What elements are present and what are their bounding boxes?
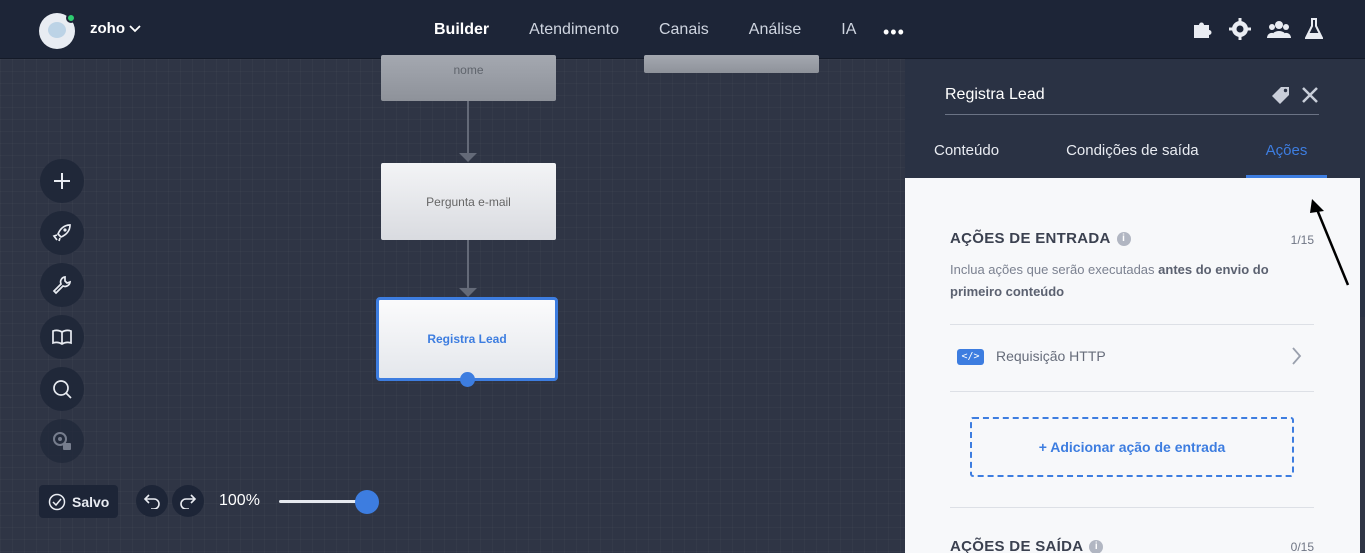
exit-actions-heading: AÇÕES DE SAÍDA	[950, 538, 1084, 553]
node-label: Registra Lead	[427, 332, 507, 346]
info-icon[interactable]: i	[1116, 231, 1131, 246]
divider	[950, 324, 1314, 325]
node-output-port[interactable]	[460, 372, 475, 387]
annotation-arrow-icon	[1310, 199, 1350, 286]
redo-icon	[180, 494, 197, 509]
node-name-value: Registra Lead	[945, 86, 1045, 103]
tab-analise[interactable]: Análise	[749, 0, 801, 59]
tag-icon[interactable]	[1271, 85, 1291, 110]
gear-icon[interactable]	[1229, 18, 1251, 40]
check-circle-icon	[48, 493, 66, 510]
undo-button[interactable]	[136, 485, 168, 517]
advanced-settings-button[interactable]	[40, 419, 84, 463]
top-actions	[1191, 18, 1325, 40]
panel-scrollbar[interactable]	[1360, 59, 1365, 317]
close-icon[interactable]	[1301, 83, 1319, 111]
flow-node-selected[interactable]: Registra Lead	[376, 297, 558, 381]
save-status-badge: Salvo	[39, 485, 119, 518]
save-status-label: Salvo	[72, 493, 110, 510]
more-menu-icon[interactable]: •••	[883, 22, 905, 43]
redo-button[interactable]	[172, 485, 204, 517]
action-item-http-request[interactable]: </> Requisição HTTP	[950, 327, 1314, 392]
flask-icon[interactable]	[1304, 18, 1325, 40]
node-name-field[interactable]: Registra Lead	[945, 81, 1319, 115]
zoom-level: 100%	[219, 492, 260, 509]
code-icon: </>	[957, 349, 984, 365]
org-switcher[interactable]: zoho	[90, 20, 141, 37]
connector-line	[467, 101, 469, 161]
tab-condicoes-saida[interactable]: Condições de saída	[1066, 129, 1199, 178]
rocket-icon	[52, 224, 71, 242]
panel-header: Registra Lead Conteúdo Condições de saíd…	[905, 59, 1360, 178]
add-entry-action-button[interactable]: + Adicionar ação de entrada	[970, 417, 1294, 477]
properties-panel: Registra Lead Conteúdo Condições de saíd…	[905, 59, 1360, 553]
entry-actions-description: Inclua ações que serão executadas antes …	[950, 259, 1310, 303]
plus-icon	[54, 173, 70, 189]
top-bar: zoho Builder Atendimento Canais Análise …	[0, 0, 1365, 59]
exit-actions-count: 0/15	[1290, 540, 1314, 553]
chevron-down-icon	[129, 24, 141, 32]
tab-ia[interactable]: IA	[841, 0, 856, 59]
online-status-icon	[66, 13, 76, 23]
zoom-slider-thumb[interactable]	[355, 490, 379, 514]
action-label: Requisição HTTP	[996, 348, 1106, 364]
settings-lock-icon	[53, 432, 71, 450]
arrow-down-icon	[459, 288, 477, 297]
main-nav: Builder Atendimento Canais Análise IA	[414, 0, 896, 59]
divider	[950, 507, 1314, 508]
entry-actions-title: AÇÕES DE ENTRADA i	[950, 230, 1131, 247]
puzzle-icon[interactable]	[1191, 18, 1212, 40]
info-icon[interactable]: i	[1089, 539, 1104, 553]
tab-acoes[interactable]: Ações	[1245, 129, 1328, 178]
node-label: nome	[453, 63, 484, 77]
arrow-down-icon	[459, 153, 477, 162]
docs-button[interactable]	[40, 315, 84, 359]
tab-canais[interactable]: Canais	[659, 0, 709, 59]
search-button[interactable]	[40, 367, 84, 411]
tab-atendimento[interactable]: Atendimento	[529, 0, 619, 59]
exit-actions-title: AÇÕES DE SAÍDA i	[950, 538, 1104, 553]
entry-actions-heading: AÇÕES DE ENTRADA	[950, 230, 1111, 247]
add-node-button[interactable]	[40, 159, 84, 203]
chevron-right-icon	[1292, 347, 1302, 365]
flow-node[interactable]: nome	[381, 55, 556, 101]
divider	[950, 391, 1314, 392]
publish-button[interactable]	[40, 211, 84, 255]
tab-conteudo[interactable]: Conteúdo	[934, 129, 999, 178]
tab-builder[interactable]: Builder	[414, 0, 510, 59]
flow-node[interactable]: Pergunta e-mail	[381, 163, 556, 240]
description-text: Inclua ações que serão executadas	[950, 262, 1155, 277]
search-icon	[53, 380, 72, 399]
flow-canvas[interactable]: nome Pergunta e-mail Registra Lead Salvo…	[0, 55, 905, 553]
flow-node[interactable]	[644, 55, 819, 73]
chat-bubble-icon	[48, 22, 66, 38]
users-icon[interactable]	[1266, 18, 1292, 40]
wrench-icon	[52, 276, 71, 295]
panel-tabs: Conteúdo Condições de saída Ações	[905, 129, 1360, 178]
node-label: Pergunta e-mail	[426, 194, 511, 209]
settings-button[interactable]	[40, 263, 84, 307]
undo-icon	[143, 494, 160, 509]
org-name: zoho	[90, 20, 125, 37]
book-icon	[52, 329, 72, 346]
